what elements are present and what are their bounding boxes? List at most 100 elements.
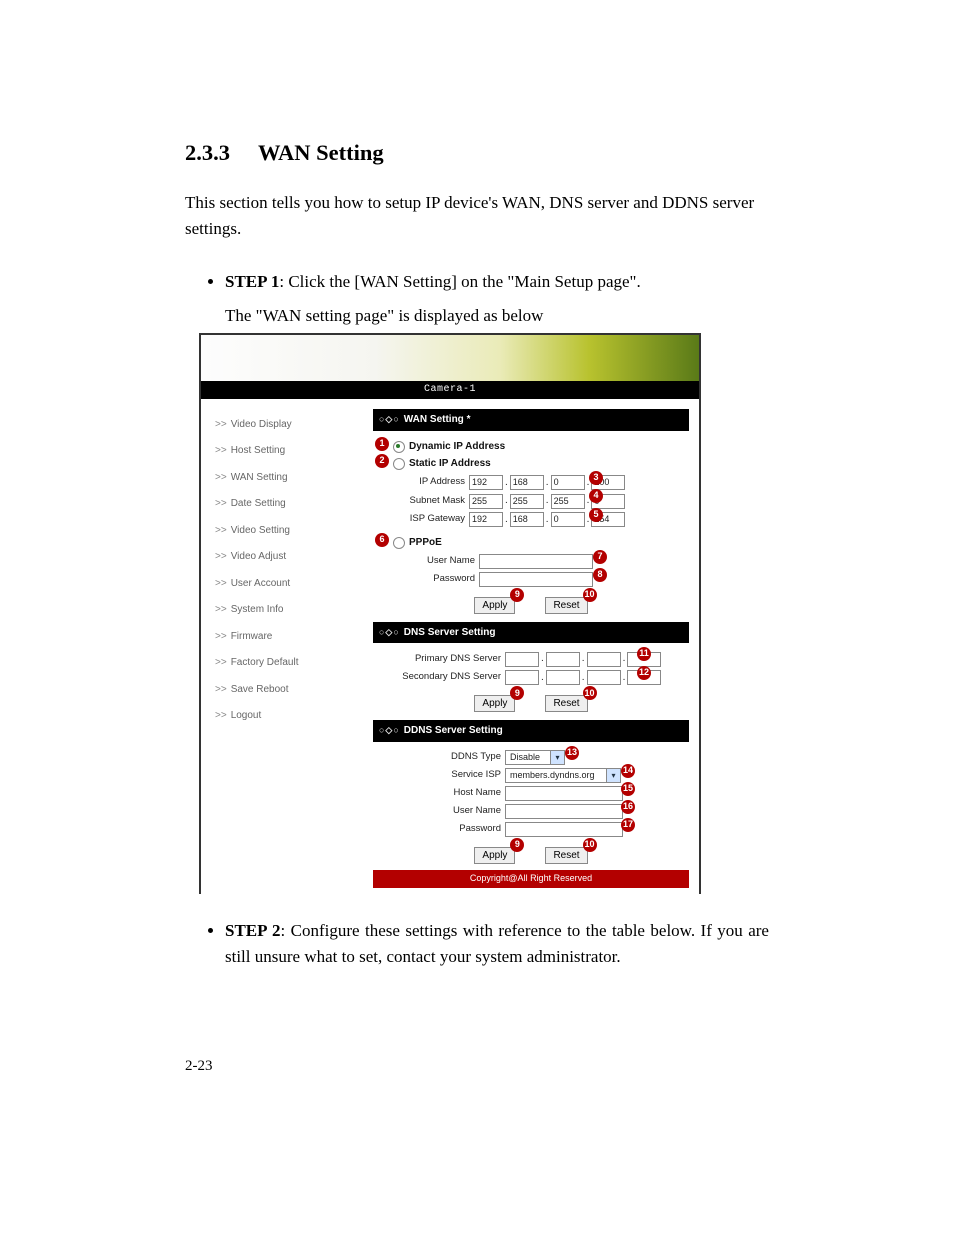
- step-1: STEP 1: Click the [WAN Setting] on the "…: [225, 269, 769, 894]
- sidebar-item-video-display[interactable]: >>Video Display: [215, 411, 373, 438]
- radio-pppoe[interactable]: 6 PPPoE: [393, 535, 689, 551]
- section-title: WAN Setting: [258, 140, 384, 165]
- sidebar-item-logout[interactable]: >>Logout: [215, 703, 373, 730]
- mask-octet-2[interactable]: 255: [510, 494, 544, 509]
- mask-octet-1[interactable]: 255: [469, 494, 503, 509]
- ddns-host-input[interactable]: [505, 786, 623, 801]
- step-2-text: : Configure these settings with referenc…: [225, 921, 769, 966]
- callout-9: 9: [510, 588, 524, 602]
- ddns-type-row: DDNS Type Disable ▾ 13: [393, 750, 689, 765]
- step-2: STEP 2: Configure these settings with re…: [225, 918, 769, 971]
- dns-header: ○◇○DNS Server Setting: [373, 622, 689, 644]
- sdns-3[interactable]: [587, 670, 621, 685]
- pppoe-pass-input[interactable]: [479, 572, 593, 587]
- screenshot-titlebar: Camera-1: [201, 381, 699, 399]
- step-1-sub: The "WAN setting page" is displayed as b…: [225, 303, 769, 329]
- radio-dynamic-ip-input[interactable]: [393, 441, 405, 453]
- sidebar-item-video-setting[interactable]: >>Video Setting: [215, 517, 373, 544]
- ip-address-row: IP Address 192. 168. 0. 100 3: [393, 475, 689, 491]
- callout-6: 6: [375, 533, 389, 547]
- dns-button-row: Apply 9 Reset 10: [373, 695, 689, 712]
- radio-pppoe-input[interactable]: [393, 537, 405, 549]
- radio-static-ip-input[interactable]: [393, 458, 405, 470]
- ddns-pass-input[interactable]: [505, 822, 623, 837]
- wan-reset-button[interactable]: Reset 10: [545, 597, 587, 614]
- gateway-row: ISP Gateway 192. 168. 0. 254 5: [393, 512, 689, 528]
- gw-octet-3[interactable]: 0: [551, 512, 585, 527]
- sdns-2[interactable]: [546, 670, 580, 685]
- gw-octet-1[interactable]: 192: [469, 512, 503, 527]
- sidebar-item-wan-setting[interactable]: >>WAN Setting: [215, 464, 373, 491]
- subnet-mask-row: Subnet Mask 255. 255. 255. 0 4: [393, 493, 689, 509]
- ddns-reset-button[interactable]: Reset 10: [545, 847, 587, 864]
- sidebar-item-save-reboot[interactable]: >>Save Reboot: [215, 676, 373, 703]
- sidebar-item-date-setting[interactable]: >>Date Setting: [215, 491, 373, 518]
- wan-button-row: Apply 9 Reset 10: [373, 597, 689, 614]
- step-1-label: STEP 1: [225, 272, 279, 291]
- pdns-2[interactable]: [546, 652, 580, 667]
- sidebar-item-host-setting[interactable]: >>Host Setting: [215, 438, 373, 465]
- callout-3: 3: [589, 471, 603, 485]
- sidebar-item-video-adjust[interactable]: >>Video Adjust: [215, 544, 373, 571]
- pppoe-pass-row: Password 8: [393, 572, 689, 587]
- callout-9c: 9: [510, 838, 524, 852]
- callout-10c: 10: [583, 838, 597, 852]
- ddns-user-row: User Name 16: [393, 804, 689, 819]
- wan-setting-header: ○◇○WAN Setting *: [373, 409, 689, 431]
- pppoe-user-input[interactable]: [479, 554, 593, 569]
- section-number: 2.3.3: [185, 140, 230, 165]
- callout-16: 16: [621, 800, 635, 814]
- callout-9b: 9: [510, 686, 524, 700]
- secondary-dns-row: Secondary DNS Server . . . 12: [393, 670, 689, 686]
- section-intro: This section tells you how to setup IP d…: [185, 190, 769, 243]
- step-2-label: STEP 2: [225, 921, 281, 940]
- dns-reset-button[interactable]: Reset 10: [545, 695, 587, 712]
- pdns-1[interactable]: [505, 652, 539, 667]
- ddns-header: ○◇○DDNS Server Setting: [373, 720, 689, 742]
- callout-14: 14: [621, 764, 635, 778]
- pppoe-user-row: User Name 7: [393, 554, 689, 569]
- ddns-user-input[interactable]: [505, 804, 623, 819]
- sidebar-item-user-account[interactable]: >>User Account: [215, 570, 373, 597]
- ddns-pass-row: Password 17: [393, 822, 689, 837]
- pdns-3[interactable]: [587, 652, 621, 667]
- step-1-text: : Click the [WAN Setting] on the "Main S…: [279, 272, 640, 291]
- callout-1: 1: [375, 437, 389, 451]
- ddns-isp-row: Service ISP members.dyndns.org ▾ 14: [393, 768, 689, 783]
- callout-10: 10: [583, 588, 597, 602]
- chevron-down-icon: ▾: [550, 751, 564, 764]
- sidebar-item-factory-default[interactable]: >>Factory Default: [215, 650, 373, 677]
- ddns-isp-select[interactable]: members.dyndns.org ▾: [505, 768, 621, 783]
- primary-dns-row: Primary DNS Server . . . 11: [393, 651, 689, 667]
- sidebar-item-firmware[interactable]: >>Firmware: [215, 623, 373, 650]
- section-heading: 2.3.3 WAN Setting: [185, 140, 769, 166]
- mask-octet-3[interactable]: 255: [551, 494, 585, 509]
- callout-7: 7: [593, 550, 607, 564]
- callout-15: 15: [621, 782, 635, 796]
- radio-dynamic-ip[interactable]: 1 Dynamic IP Address: [393, 439, 689, 455]
- dns-apply-button[interactable]: Apply 9: [474, 695, 515, 712]
- ddns-host-row: Host Name 15: [393, 786, 689, 801]
- ip-octet-2[interactable]: 168: [510, 475, 544, 490]
- screenshot-sidebar: >>Video Display >>Host Setting >>WAN Set…: [201, 399, 373, 893]
- ddns-type-select[interactable]: Disable ▾: [505, 750, 565, 765]
- radio-static-ip[interactable]: 2 Static IP Address: [393, 456, 689, 472]
- callout-12: 12: [637, 666, 651, 680]
- ddns-apply-button[interactable]: Apply 9: [474, 847, 515, 864]
- screenshot-banner: [201, 335, 699, 381]
- callout-2: 2: [375, 454, 389, 468]
- callout-17: 17: [621, 818, 635, 832]
- wan-setting-screenshot: Camera-1 >>Video Display >>Host Setting …: [199, 333, 701, 893]
- sidebar-item-system-info[interactable]: >>System Info: [215, 597, 373, 624]
- gw-octet-2[interactable]: 168: [510, 512, 544, 527]
- sdns-1[interactable]: [505, 670, 539, 685]
- ip-octet-1[interactable]: 192: [469, 475, 503, 490]
- chevron-down-icon: ▾: [606, 769, 620, 782]
- callout-10b: 10: [583, 686, 597, 700]
- ip-octet-3[interactable]: 0: [551, 475, 585, 490]
- callout-13: 13: [565, 746, 579, 760]
- callout-8: 8: [593, 568, 607, 582]
- wan-apply-button[interactable]: Apply 9: [474, 597, 515, 614]
- ddns-button-row: Apply 9 Reset 10: [373, 847, 689, 864]
- page-number: 2-23: [185, 1058, 213, 1075]
